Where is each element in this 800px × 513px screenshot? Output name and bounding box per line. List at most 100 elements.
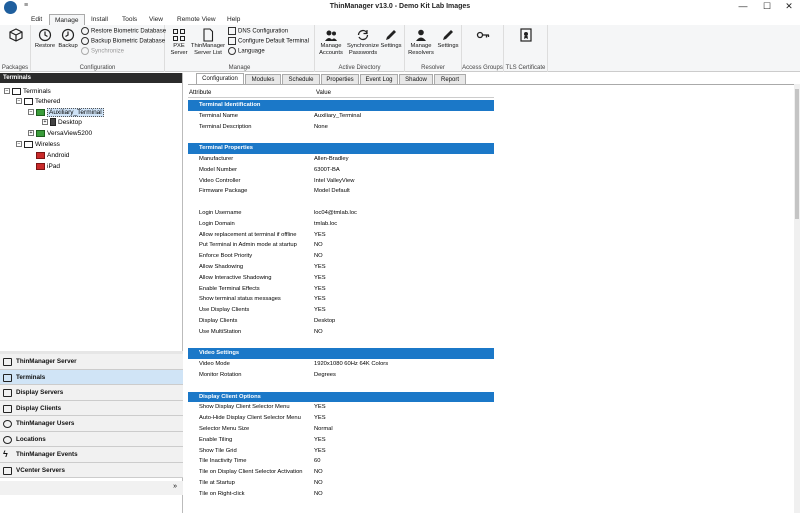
tab-properties[interactable]: Properties [321,74,359,84]
grid-row[interactable]: Login Username loc04@tmlab.loc [188,208,494,219]
tree-node-auxiliary-terminal[interactable]: − Auxiliary_Terminal [28,108,104,118]
ad-settings-button[interactable]: Settings [379,28,403,50]
menu-tab-edit[interactable]: Edit [26,14,47,25]
grid-row[interactable]: Show Tile Grid YES [188,446,494,457]
menu-tab-help[interactable]: Help [222,14,245,25]
maximize-button[interactable]: ☐ [756,0,778,14]
tree-node-desktop[interactable]: + Desktop [42,118,82,128]
close-button[interactable]: ✕ [778,0,800,14]
grid-row[interactable]: Manufacturer Allen-Bradley [188,154,494,165]
tab-report[interactable]: Report [434,74,466,84]
synchronize-passwords-button[interactable]: Synchronize Passwords [345,28,381,56]
grid-row[interactable]: Show Display Client Selector Menu YES [188,402,494,413]
menu-tab-manage[interactable]: Manage [49,14,85,25]
grid-row[interactable]: Enable Terminal Effects YES [188,284,494,295]
dns-configuration-button[interactable]: DNS Configuration [228,27,288,36]
section-header[interactable]: Video Settings [188,348,494,360]
section-header[interactable]: Display Client Options [188,391,494,403]
collapse-icon[interactable]: − [28,109,34,116]
menu-tab-remote-view[interactable]: Remote View [172,14,221,25]
packages-button[interactable] [7,28,25,43]
vertical-scrollbar[interactable] [794,84,800,513]
tls-certificate-button[interactable] [518,28,534,43]
grid-row[interactable]: Video Mode 1920x1080 60Hz 64K Colors [188,359,494,370]
minimize-button[interactable]: — [732,0,754,14]
menu-tab-view[interactable]: View [144,14,168,25]
grid-row[interactable]: Auto-Hide Display Client Selector Menu YE… [188,413,494,424]
collapse-icon[interactable]: − [16,141,22,148]
grid-row[interactable]: Use Display Clients YES [188,305,494,316]
tree-node-versaview[interactable]: + VersaView5200 [28,129,92,139]
backup-button[interactable]: Backup [56,28,80,50]
backup-biometric-button[interactable]: Backup Biometric Database [81,37,165,46]
collapse-icon[interactable]: − [4,88,10,95]
nav-thinmanager-server[interactable]: ThinManager Server [0,354,183,370]
grid-row[interactable]: Terminal Name Auxiliary_Terminal [188,111,494,122]
language-button[interactable]: Language [228,47,265,56]
nav-vcenter-servers[interactable]: VCenter Servers [0,462,183,478]
menu-tab-tools[interactable]: Tools [117,14,142,25]
grid-row[interactable]: Monitor Rotation Degrees [188,370,494,381]
menu-tab-install[interactable]: Install [86,14,113,25]
tab-event-log[interactable]: Event Log [360,74,398,84]
grid-row[interactable]: Enable Tiling YES [188,435,494,446]
grid-row[interactable] [188,197,494,208]
collapse-icon[interactable]: − [16,98,22,105]
grid-row[interactable]: Enforce Boot Priority NO [188,251,494,262]
grid-row[interactable]: Put Terminal in Admin mode at startup NO [188,240,494,251]
grid-row[interactable] [188,132,494,143]
nav-display-clients[interactable]: Display Clients [0,400,183,416]
grid-row[interactable]: Allow Shadowing YES [188,262,494,273]
nav-terminals[interactable]: Terminals [0,369,183,385]
grid-row[interactable]: Model Number 6300T-BA [188,165,494,176]
grid-row[interactable]: Terminal Description None [188,122,494,133]
section-header[interactable]: Terminal Identification [188,100,494,111]
grid-row[interactable]: Login Domain tmlab.loc [188,219,494,230]
grid-row[interactable] [188,381,494,392]
nav-label: ThinManager Server [16,358,77,365]
scrollbar-thumb[interactable] [795,89,799,219]
sync-arrows-icon [357,29,369,41]
synchronize-button[interactable]: Synchronize [81,47,124,56]
tab-modules[interactable]: Modules [245,74,281,84]
configure-default-terminal-button[interactable]: Configure Default Terminal [228,37,309,46]
grid-row[interactable]: Show terminal status messages YES [188,294,494,305]
restore-biometric-button[interactable]: Restore Biometric Database [81,27,166,36]
manage-accounts-button[interactable]: Manage Accounts [317,28,345,56]
grid-row[interactable]: Tile on Right-click NO [188,489,494,500]
tab-configuration[interactable]: Configuration [196,73,244,84]
grid-row[interactable]: Tile at Startup NO [188,478,494,489]
tab-shadow[interactable]: Shadow [399,74,433,84]
tab-schedule[interactable]: Schedule [282,74,320,84]
tree-node-android[interactable]: Android [36,151,69,161]
expand-icon[interactable]: + [42,119,48,126]
nav-display-servers[interactable]: Display Servers [0,385,183,401]
tree-node-terminals[interactable]: − Terminals [4,87,51,97]
grid-row[interactable]: Selector Menu Size Normal [188,424,494,435]
tree-node-wireless[interactable]: − Wireless [16,140,60,150]
grid-row[interactable]: Allow replacement at terminal if offline… [188,230,494,241]
tree-node-ipad[interactable]: iPad [36,162,60,172]
access-groups-button[interactable] [475,28,491,43]
nav-thinmanager-users[interactable]: ThinManager Users [0,416,183,432]
grid-row[interactable]: Firmware Package Model Default [188,186,494,197]
restore-button[interactable]: Restore [33,28,57,50]
manage-resolvers-button[interactable]: Manage Resolvers [407,28,435,56]
grid-row[interactable] [188,338,494,349]
grid-row[interactable]: Tile on Display Client Selector Activati… [188,467,494,478]
nav-thinmanager-events[interactable]: ϟ ThinManager Events [0,447,183,463]
grid-row[interactable]: Tile Inactivity Time 60 [188,456,494,467]
grid-row[interactable]: Allow Interactive Shadowing YES [188,273,494,284]
expand-icon[interactable]: + [28,130,34,137]
server-list-button[interactable]: ThinManager Server List [190,28,226,56]
grid-row[interactable]: Display Clients Desktop [188,316,494,327]
collapse-nav-icon[interactable]: » [173,483,177,490]
resolver-settings-button[interactable]: Settings [436,28,460,50]
grid-row[interactable]: Video Controller Intel ValleyView [188,176,494,187]
nav-locations[interactable]: Locations [0,431,183,447]
tree-node-tethered[interactable]: − Tethered [16,97,60,107]
pxe-server-label: PXE Server [170,43,188,56]
grid-row[interactable]: Use MultiStation NO [188,327,494,338]
section-header[interactable]: Terminal Properties [188,143,494,154]
pxe-server-button[interactable]: PXE Server [168,28,190,56]
